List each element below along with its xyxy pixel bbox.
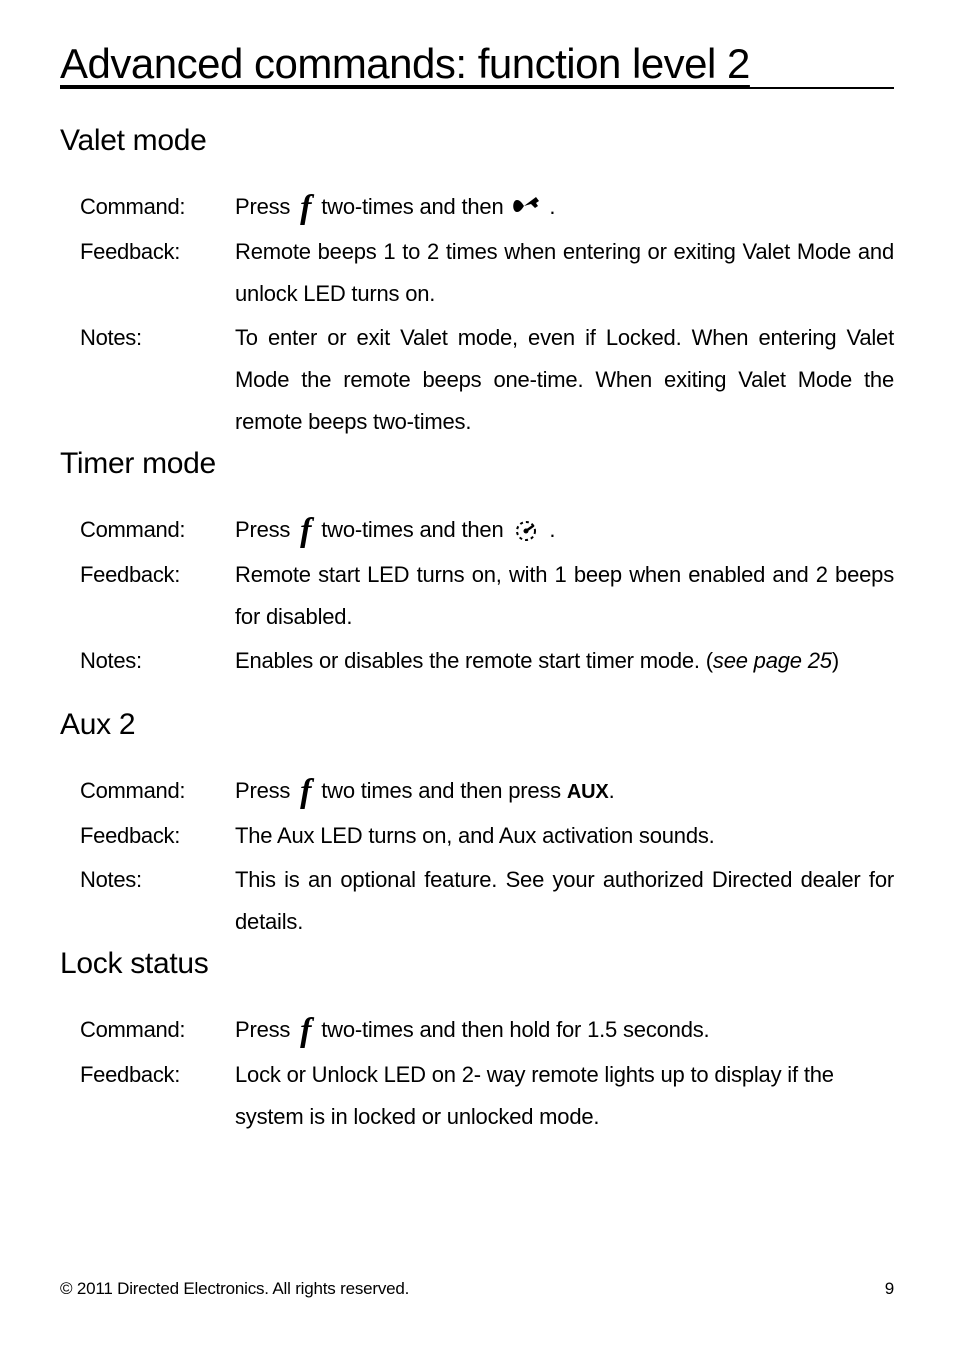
value-feedback: Remote start LED turns on, with 1 beep w…	[235, 554, 894, 638]
aux-label: AUX	[567, 781, 609, 803]
page-title-block: Advanced commands: function level 2	[60, 40, 894, 89]
row-feedback: Feedback: Remote beeps 1 to 2 times when…	[60, 231, 894, 315]
f-icon: f	[296, 187, 315, 229]
footer-page-number: 9	[885, 1279, 894, 1299]
row-notes: Notes: To enter or exit Valet mode, even…	[60, 317, 894, 443]
value-command: Press f two times and then press AUX.	[235, 770, 894, 813]
row-notes: Notes: Enables or disables the remote st…	[60, 640, 894, 682]
row-feedback: Feedback: Lock or Unlock LED on 2- way r…	[60, 1054, 894, 1138]
label-command: Command:	[80, 1009, 235, 1051]
period: .	[609, 778, 615, 803]
heading-lock-status: Lock status	[60, 947, 894, 981]
footer-copyright: © 2011 Directed Electronics. All rights …	[60, 1279, 409, 1299]
notes-prefix: Enables or disables the remote start tim…	[235, 648, 713, 673]
text-tail: .	[549, 517, 555, 542]
label-command: Command:	[80, 770, 235, 812]
notes-italic: see page 25	[713, 648, 832, 673]
heading-valet-mode: Valet mode	[60, 124, 894, 158]
footer: © 2011 Directed Electronics. All rights …	[60, 1279, 894, 1299]
text-tail: .	[549, 194, 555, 219]
text-press: Press	[235, 517, 290, 542]
f-icon: f	[296, 1010, 315, 1052]
key-icon	[509, 192, 543, 220]
text-press: Press	[235, 778, 290, 803]
section-timer-mode: Timer mode Command: Press f two-times an…	[60, 447, 894, 682]
label-command: Command:	[80, 509, 235, 551]
row-command: Command: Press f two-times and then .	[60, 186, 894, 229]
notes-suffix: )	[832, 648, 839, 673]
heading-aux-2: Aux 2	[60, 708, 894, 742]
value-feedback: Lock or Unlock LED on 2- way remote ligh…	[235, 1054, 894, 1138]
row-command: Command: Press f two-times and then hold…	[60, 1009, 894, 1052]
value-notes: To enter or exit Valet mode, even if Loc…	[235, 317, 894, 443]
section-aux-2: Aux 2 Command: Press f two times and the…	[60, 708, 894, 943]
label-command: Command:	[80, 186, 235, 228]
value-feedback: The Aux LED turns on, and Aux activation…	[235, 815, 894, 857]
value-notes: This is an optional feature. See your au…	[235, 859, 894, 943]
f-icon: f	[296, 510, 315, 552]
label-notes: Notes:	[80, 859, 235, 901]
text-tail: two-times and then hold for 1.5 seconds.	[321, 1017, 709, 1042]
value-command: Press f two-times and then .	[235, 186, 894, 229]
section-lock-status: Lock status Command: Press f two-times a…	[60, 947, 894, 1138]
label-feedback: Feedback:	[80, 231, 235, 273]
label-notes: Notes:	[80, 317, 235, 359]
text-press: Press	[235, 1017, 290, 1042]
heading-timer-mode: Timer mode	[60, 447, 894, 481]
label-notes: Notes:	[80, 640, 235, 682]
value-command: Press f two-times and then hold for 1.5 …	[235, 1009, 894, 1052]
text-mid: two-times and then	[321, 517, 503, 542]
row-command: Command: Press f two-times and then .	[60, 509, 894, 552]
text-mid: two-times and then	[321, 194, 503, 219]
f-icon: f	[296, 771, 315, 813]
value-feedback: Remote beeps 1 to 2 times when entering …	[235, 231, 894, 315]
label-feedback: Feedback:	[80, 815, 235, 857]
value-notes: Enables or disables the remote start tim…	[235, 640, 894, 682]
row-command: Command: Press f two times and then pres…	[60, 770, 894, 813]
label-feedback: Feedback:	[80, 1054, 235, 1096]
row-feedback: Feedback: Remote start LED turns on, wit…	[60, 554, 894, 638]
row-feedback: Feedback: The Aux LED turns on, and Aux …	[60, 815, 894, 857]
row-notes: Notes: This is an optional feature. See …	[60, 859, 894, 943]
timer-icon	[509, 515, 543, 543]
text-mid: two times and then press	[321, 778, 561, 803]
title-rule	[60, 87, 894, 89]
text-press: Press	[235, 194, 290, 219]
section-valet-mode: Valet mode Command: Press f two-times an…	[60, 124, 894, 443]
page-title: Advanced commands: function level 2	[60, 40, 750, 87]
value-command: Press f two-times and then .	[235, 509, 894, 552]
label-feedback: Feedback:	[80, 554, 235, 596]
